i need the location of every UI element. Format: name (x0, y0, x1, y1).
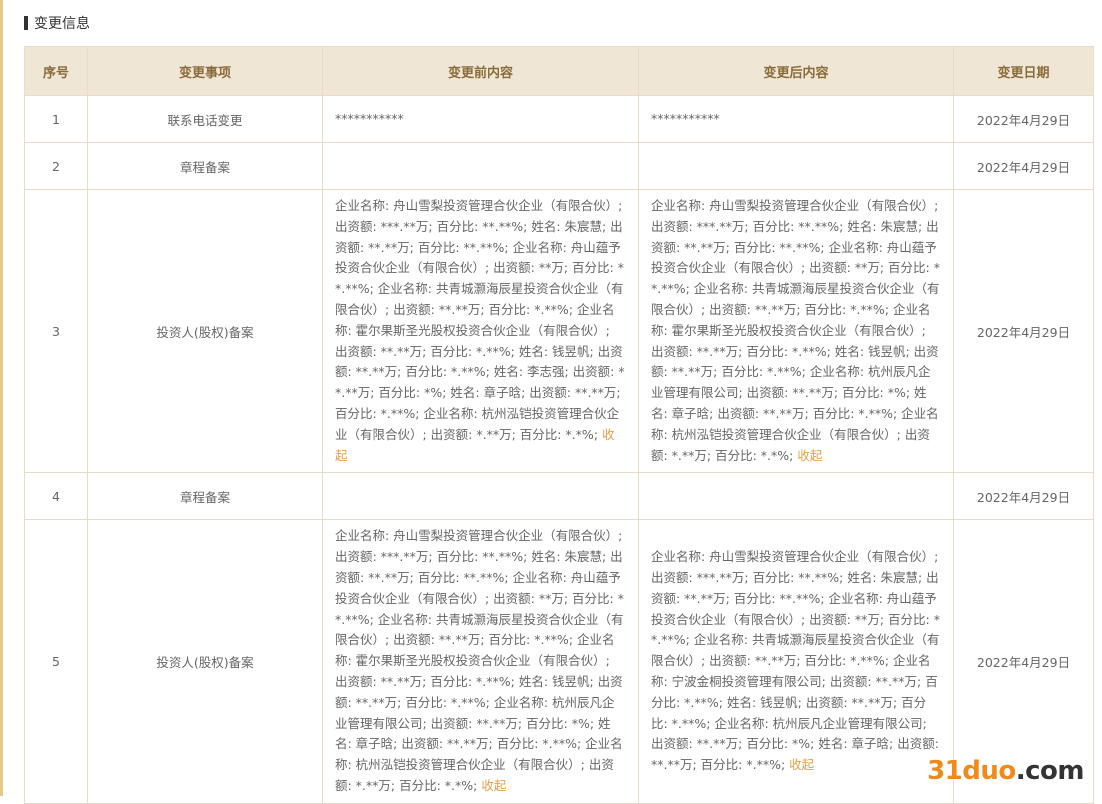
table-row: 2 章程备案 2022年4月29日 (24, 142, 1094, 190)
cell-date: 2022年4月29日 (953, 95, 1094, 143)
collapse-link[interactable]: 收起 (797, 448, 822, 463)
cell-after (638, 142, 954, 190)
cell-date: 2022年4月29日 (953, 472, 1094, 521)
section-title-text: 变更信息 (34, 16, 90, 32)
cell-item: 投资人(股权)备案 (87, 188, 323, 474)
cell-after: *********** (638, 95, 954, 143)
before-text: *********** (335, 110, 404, 126)
cell-after (638, 472, 954, 521)
cell-item: 章程备案 (87, 472, 323, 521)
header-after: 变更后内容 (638, 46, 954, 96)
watermark-part-2: .com (1015, 756, 1085, 786)
after-text: *********** (651, 110, 720, 126)
cell-before (322, 472, 639, 521)
header-before: 变更前内容 (322, 46, 639, 96)
cell-index: 5 (24, 519, 88, 804)
cell-before: 企业名称: 舟山雪梨投资管理合伙企业（有限合伙）; 出资额: ***.**万; … (322, 519, 639, 804)
after-text: 企业名称: 舟山雪梨投资管理合伙企业（有限合伙）; 出资额: ***.**万; … (651, 549, 940, 773)
collapse-link[interactable]: 收起 (789, 757, 814, 772)
left-accent-bar (0, 0, 3, 796)
cell-date: 2022年4月29日 (953, 188, 1094, 474)
cell-index: 2 (24, 142, 88, 190)
cell-item: 投资人(股权)备案 (87, 519, 323, 804)
cell-before: 企业名称: 舟山雪梨投资管理合伙企业（有限合伙）; 出资额: ***.**万; … (322, 188, 639, 474)
site-watermark-logo: 31duo.com (927, 756, 1084, 786)
change-info-table-wrapper: 序号 变更事项 变更前内容 变更后内容 变更日期 1 联系电话变更 ******… (24, 46, 1094, 804)
after-text: 企业名称: 舟山雪梨投资管理合伙企业（有限合伙）; 出资额: ***.**万; … (651, 198, 940, 463)
collapse-link[interactable]: 收起 (481, 778, 506, 793)
cell-index: 3 (24, 188, 88, 474)
cell-before (322, 142, 639, 190)
header-index: 序号 (24, 46, 88, 96)
cell-after: 企业名称: 舟山雪梨投资管理合伙企业（有限合伙）; 出资额: ***.**万; … (638, 188, 954, 474)
watermark-part-1: 31duo (927, 756, 1016, 786)
title-bar-icon (24, 16, 28, 30)
table-row: 4 章程备案 2022年4月29日 (24, 472, 1094, 521)
cell-item: 联系电话变更 (87, 95, 323, 143)
cell-before: *********** (322, 95, 639, 143)
section-title: 变更信息 (24, 12, 90, 34)
change-info-table: 序号 变更事项 变更前内容 变更后内容 变更日期 1 联系电话变更 ******… (24, 46, 1094, 804)
cell-index: 4 (24, 472, 88, 521)
table-row: 3 投资人(股权)备案 企业名称: 舟山雪梨投资管理合伙企业（有限合伙）; 出资… (24, 188, 1094, 474)
before-text: 企业名称: 舟山雪梨投资管理合伙企业（有限合伙）; 出资额: ***.**万; … (335, 198, 625, 442)
table-row: 1 联系电话变更 *********** *********** 2022年4月… (24, 95, 1094, 143)
table-header-row: 序号 变更事项 变更前内容 变更后内容 变更日期 (24, 46, 1094, 96)
cell-item: 章程备案 (87, 142, 323, 190)
cell-index: 1 (24, 95, 88, 143)
before-text: 企业名称: 舟山雪梨投资管理合伙企业（有限合伙）; 出资额: ***.**万; … (335, 528, 624, 793)
cell-date: 2022年4月29日 (953, 142, 1094, 190)
header-date: 变更日期 (953, 46, 1094, 96)
cell-after: 企业名称: 舟山雪梨投资管理合伙企业（有限合伙）; 出资额: ***.**万; … (638, 519, 954, 804)
header-item: 变更事项 (87, 46, 323, 96)
